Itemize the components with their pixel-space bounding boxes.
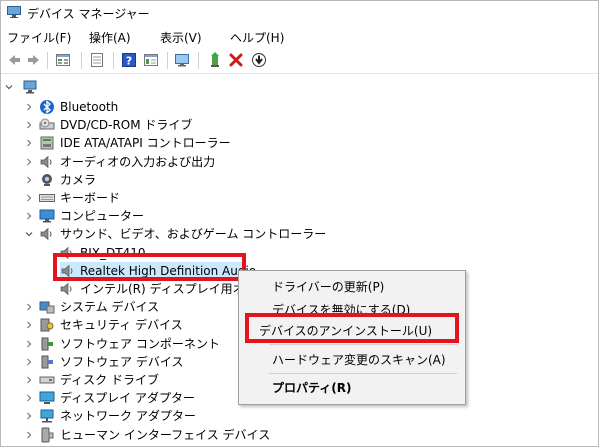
title-bar: デバイス マネージャー xyxy=(1,1,598,25)
chevron-right-icon[interactable] xyxy=(25,394,33,402)
menu-item-properties[interactable]: プロパティ(R) xyxy=(272,379,352,396)
tree-item-label: コンピューター xyxy=(60,209,145,224)
tree-category-item[interactable]: Bluetooth xyxy=(25,98,445,116)
chevron-right-icon[interactable] xyxy=(25,303,33,311)
tree-category-item[interactable]: オーディオの入力および出力 xyxy=(25,153,445,171)
toolbar-separator xyxy=(167,52,168,69)
menu-view[interactable]: 表示(V) xyxy=(160,29,202,46)
tree-item-label: ヒューマン インターフェイス デバイス xyxy=(60,427,271,442)
tree-category-item[interactable]: DVD/CD-ROM ドライブ xyxy=(25,116,445,134)
svg-text:?: ? xyxy=(126,55,132,68)
tree-item-label: ディスプレイ アダプター xyxy=(60,391,195,406)
hid-icon xyxy=(41,427,54,443)
tree-item-label: セキュリティ デバイス xyxy=(60,318,183,333)
tree-category-item[interactable]: ヒューマン インターフェイス デバイス xyxy=(25,426,445,444)
chevron-down-icon[interactable] xyxy=(25,230,33,238)
tree-item-label: Bluetooth xyxy=(60,100,119,114)
menu-item-update-driver[interactable]: ドライバーの更新(P) xyxy=(272,278,384,295)
device-manager-window: デバイス マネージャー ファイル(F) 操作(A) 表示(V) ヘルプ(H) ?… xyxy=(0,0,599,447)
tree-item-label: DVD/CD-ROM ドライブ xyxy=(60,118,193,133)
chevron-right-icon[interactable] xyxy=(25,176,33,184)
chevron-right-icon[interactable] xyxy=(25,340,33,348)
tree-category-item[interactable]: IDE ATA/ATAPI コントローラー xyxy=(25,134,445,152)
chevron-down-icon[interactable] xyxy=(5,83,13,91)
tree-item-label: カメラ xyxy=(60,172,97,187)
list-icon[interactable] xyxy=(89,52,105,68)
system-device-icon xyxy=(39,301,55,314)
tree-item-label: ソフトウェア デバイス xyxy=(60,354,184,369)
window-title: デバイス マネージャー xyxy=(27,7,150,21)
panel-icon[interactable] xyxy=(143,52,159,68)
chevron-right-icon[interactable] xyxy=(25,321,33,329)
uninstall-x-icon[interactable] xyxy=(228,52,244,68)
menu-separator xyxy=(269,344,457,345)
tree-category-item[interactable]: カメラ xyxy=(25,171,445,189)
chevron-right-icon[interactable] xyxy=(25,158,33,166)
menu-action[interactable]: 操作(A) xyxy=(89,29,131,46)
toolbar-separator xyxy=(113,52,114,69)
dvd-drive-icon xyxy=(39,118,55,130)
tree-category-item[interactable]: ネットワーク アダプター xyxy=(25,407,445,425)
chevron-right-icon[interactable] xyxy=(25,358,33,366)
speaker-icon xyxy=(40,155,52,168)
computer-icon xyxy=(39,209,55,223)
network-adapter-icon xyxy=(40,409,54,423)
download-arrow-icon[interactable] xyxy=(251,52,267,68)
device-manager-icon xyxy=(7,6,21,18)
speaker-icon xyxy=(40,228,52,241)
properties-grid-icon[interactable] xyxy=(55,52,71,68)
tree-item-label: ネットワーク アダプター xyxy=(60,409,196,424)
bluetooth-icon xyxy=(40,100,54,114)
update-driver-icon[interactable] xyxy=(207,52,223,68)
chevron-right-icon[interactable] xyxy=(25,121,33,129)
tree-item-label: キーボード xyxy=(60,191,121,205)
disk-drive-icon xyxy=(39,376,55,384)
tree-category-item[interactable]: サウンド、ビデオ、およびゲーム コントローラー xyxy=(25,225,445,243)
chevron-right-icon[interactable] xyxy=(25,412,33,420)
computer-root-icon xyxy=(23,80,37,94)
monitor-icon[interactable] xyxy=(174,52,190,68)
menu-separator xyxy=(269,373,457,374)
chevron-right-icon[interactable] xyxy=(25,194,33,202)
camera-icon xyxy=(42,173,52,186)
toolbar-separator xyxy=(198,52,199,69)
tree-root[interactable] xyxy=(5,78,45,96)
display-adapter-icon xyxy=(39,391,55,405)
chevron-right-icon[interactable] xyxy=(25,431,33,439)
menu-bar: ファイル(F) 操作(A) 表示(V) ヘルプ(H) xyxy=(1,25,598,47)
toolbar-separator xyxy=(81,52,82,69)
software-device-icon xyxy=(41,355,53,369)
keyboard-icon xyxy=(39,194,55,202)
tree-item-label: IDE ATA/ATAPI コントローラー xyxy=(60,136,231,151)
tree-category-item[interactable]: コンピューター xyxy=(25,207,445,225)
menu-item-scan-hardware[interactable]: ハードウェア変更のスキャン(A) xyxy=(272,351,446,368)
back-arrow-icon[interactable] xyxy=(6,52,22,68)
ide-controller-icon xyxy=(40,136,54,150)
chevron-right-icon[interactable] xyxy=(25,212,33,220)
chevron-right-icon[interactable] xyxy=(25,376,33,384)
tree-category-item[interactable]: キーボード xyxy=(25,189,445,207)
menu-help[interactable]: ヘルプ(H) xyxy=(230,29,284,46)
highlight-box-realtek xyxy=(53,253,246,281)
tree-item-label: オーディオの入力および出力 xyxy=(60,154,216,169)
forward-arrow-icon[interactable] xyxy=(26,52,42,68)
speaker-icon xyxy=(60,282,72,296)
toolbar-separator xyxy=(47,52,48,69)
chevron-right-icon[interactable] xyxy=(25,103,33,111)
tree-item-label: ディスク ドライブ xyxy=(60,373,159,387)
chevron-right-icon[interactable] xyxy=(25,139,33,147)
toolbar: ? xyxy=(1,47,598,74)
software-component-icon xyxy=(41,337,53,351)
security-device-icon xyxy=(40,318,54,332)
tree-item-label: サウンド、ビデオ、およびゲーム コントローラー xyxy=(60,227,327,242)
help-icon[interactable]: ? xyxy=(121,52,137,68)
highlight-box-uninstall xyxy=(245,313,459,343)
tree-item-label: システム デバイス xyxy=(60,300,160,315)
tree-item-label: ソフトウェア コンポーネント xyxy=(60,336,220,351)
menu-file[interactable]: ファイル(F) xyxy=(7,29,71,46)
